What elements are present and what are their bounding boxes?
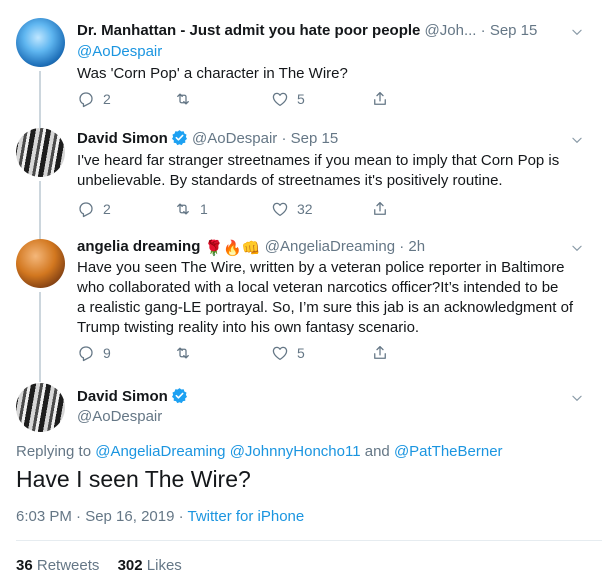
- reply-to: @AoDespair: [77, 42, 592, 62]
- chevron-down-icon[interactable]: [570, 391, 584, 405]
- verified-badge-icon: [171, 129, 188, 146]
- reply-count: 2: [103, 91, 111, 107]
- tweet-header: David Simon @AoDespair · Sep 15: [77, 129, 562, 149]
- tweet-text-line: Trump twisting reality into his own fant…: [77, 319, 420, 336]
- tweet-text-line: who collaborated with a local veteran na…: [77, 279, 559, 296]
- retweets-count: 36: [16, 557, 33, 574]
- tweet-date[interactable]: Sep 15: [291, 130, 339, 147]
- likes-label: Likes: [146, 557, 182, 574]
- reply-button[interactable]: 2: [77, 200, 111, 218]
- reply-icon: [77, 344, 95, 362]
- reply-button[interactable]: 9: [77, 344, 111, 362]
- retweet-icon: [174, 344, 192, 362]
- likes-stat[interactable]: 302 Likes: [118, 557, 182, 574]
- like-count: 5: [297, 345, 305, 361]
- chevron-down-icon[interactable]: [570, 241, 584, 255]
- retweet-count: 1: [200, 201, 208, 217]
- reply-icon: [77, 90, 95, 108]
- reply-count: 9: [103, 345, 111, 361]
- reply-button[interactable]: 2: [77, 90, 111, 108]
- main-tweet: David Simon @AoDespair Replying to @Ange…: [0, 370, 602, 585]
- retweet-icon: [174, 90, 192, 108]
- separator: ·: [399, 238, 405, 255]
- chevron-down-icon[interactable]: [570, 133, 584, 147]
- reply-to-link[interactable]: @PatTheBerner: [394, 443, 503, 460]
- tweet-text-line: I've heard far stranger streetnames if y…: [77, 152, 560, 169]
- avatar[interactable]: [16, 383, 65, 432]
- thread-line: [39, 71, 41, 118]
- like-count: 5: [297, 91, 305, 107]
- like-count: 32: [297, 201, 313, 217]
- reply-icon: [77, 200, 95, 218]
- thread-line: [39, 181, 41, 230]
- thread-line: [39, 118, 41, 128]
- author-handle[interactable]: @Joh...: [425, 22, 477, 39]
- separator: ·: [178, 508, 184, 525]
- separator: ·: [480, 22, 486, 39]
- tweet-text-line: a realistic gang-LE portrayal. So, I’m s…: [77, 299, 574, 316]
- share-button[interactable]: [371, 344, 389, 362]
- separator: ·: [281, 130, 287, 147]
- tweet-header: Dr. Manhattan - Just admit you hate poor…: [77, 21, 562, 41]
- author-handle[interactable]: @AngeliaDreaming: [265, 238, 395, 255]
- retweet-button[interactable]: [174, 344, 200, 362]
- tweet-2[interactable]: David Simon @AoDespair · Sep 15 I've hea…: [0, 118, 602, 230]
- main-author-name-row: David Simon: [77, 387, 562, 407]
- tweet-text: Was 'Corn Pop' a character in The Wire?: [77, 65, 348, 82]
- avatar[interactable]: [16, 128, 65, 177]
- like-button[interactable]: 5: [271, 90, 305, 108]
- tweet-timestamp[interactable]: 6:03 PM · Sep 16, 2019: [16, 508, 174, 525]
- share-icon: [371, 344, 389, 362]
- like-icon: [271, 200, 289, 218]
- verified-badge-icon: [171, 387, 188, 404]
- author-name[interactable]: David Simon: [77, 130, 168, 147]
- tweet-date[interactable]: Sep 15: [490, 22, 538, 39]
- divider: [16, 540, 602, 541]
- tweet-source[interactable]: Twitter for iPhone: [188, 508, 305, 525]
- tweet-meta: 6:03 PM · Sep 16, 2019 · Twitter for iPh…: [16, 507, 304, 527]
- like-button[interactable]: 5: [271, 344, 305, 362]
- tweet-3[interactable]: angelia dreaming 🌹🔥👊 @AngeliaDreaming · …: [0, 230, 602, 370]
- author-handle[interactable]: @AoDespair: [77, 407, 562, 427]
- tweet-date[interactable]: 2h: [408, 238, 425, 255]
- author-name[interactable]: David Simon: [77, 388, 168, 405]
- retweets-stat[interactable]: 36 Retweets: [16, 557, 99, 574]
- author-name[interactable]: Dr. Manhattan - Just admit you hate poor…: [77, 22, 420, 39]
- reply-to-link[interactable]: @AoDespair: [77, 43, 162, 60]
- name-emojis: 🌹🔥👊: [204, 240, 261, 257]
- engagement-stats: 36 Retweets 302 Likes: [16, 556, 182, 576]
- tweet-text-line: unbelievable. By standards of streetname…: [77, 172, 503, 189]
- thread-line: [39, 230, 41, 239]
- retweets-label: Retweets: [36, 557, 100, 574]
- share-icon: [371, 200, 389, 218]
- replying-to: Replying to @AngeliaDreaming @JohnnyHonc…: [16, 442, 503, 462]
- thread-line: [39, 370, 41, 382]
- like-icon: [271, 90, 289, 108]
- reply-to-link[interactable]: @AngeliaDreaming: [95, 443, 225, 460]
- tweet-header: angelia dreaming 🌹🔥👊 @AngeliaDreaming · …: [77, 237, 562, 259]
- share-icon: [371, 90, 389, 108]
- retweet-icon: [174, 200, 192, 218]
- tweet-text-line: Have you seen The Wire, written by a vet…: [77, 259, 565, 276]
- chevron-down-icon[interactable]: [570, 25, 584, 39]
- main-tweet-text: Have I seen The Wire?: [16, 466, 251, 492]
- avatar[interactable]: [16, 239, 65, 288]
- like-icon: [271, 344, 289, 362]
- avatar[interactable]: [16, 18, 65, 67]
- thread-line: [39, 292, 41, 370]
- likes-count: 302: [117, 557, 143, 574]
- like-button[interactable]: 32: [271, 200, 313, 218]
- tweet-1[interactable]: Dr. Manhattan - Just admit you hate poor…: [0, 0, 602, 118]
- share-button[interactable]: [371, 200, 389, 218]
- author-name[interactable]: angelia dreaming: [77, 238, 200, 255]
- reply-count: 2: [103, 201, 111, 217]
- retweet-button[interactable]: [174, 90, 200, 108]
- author-handle[interactable]: @AoDespair: [192, 130, 277, 147]
- share-button[interactable]: [371, 90, 389, 108]
- reply-to-link[interactable]: @JohnnyHoncho11: [230, 443, 361, 460]
- retweet-button[interactable]: 1: [174, 200, 208, 218]
- replying-to-label: Replying to: [16, 443, 92, 460]
- and-label: and: [364, 443, 390, 460]
